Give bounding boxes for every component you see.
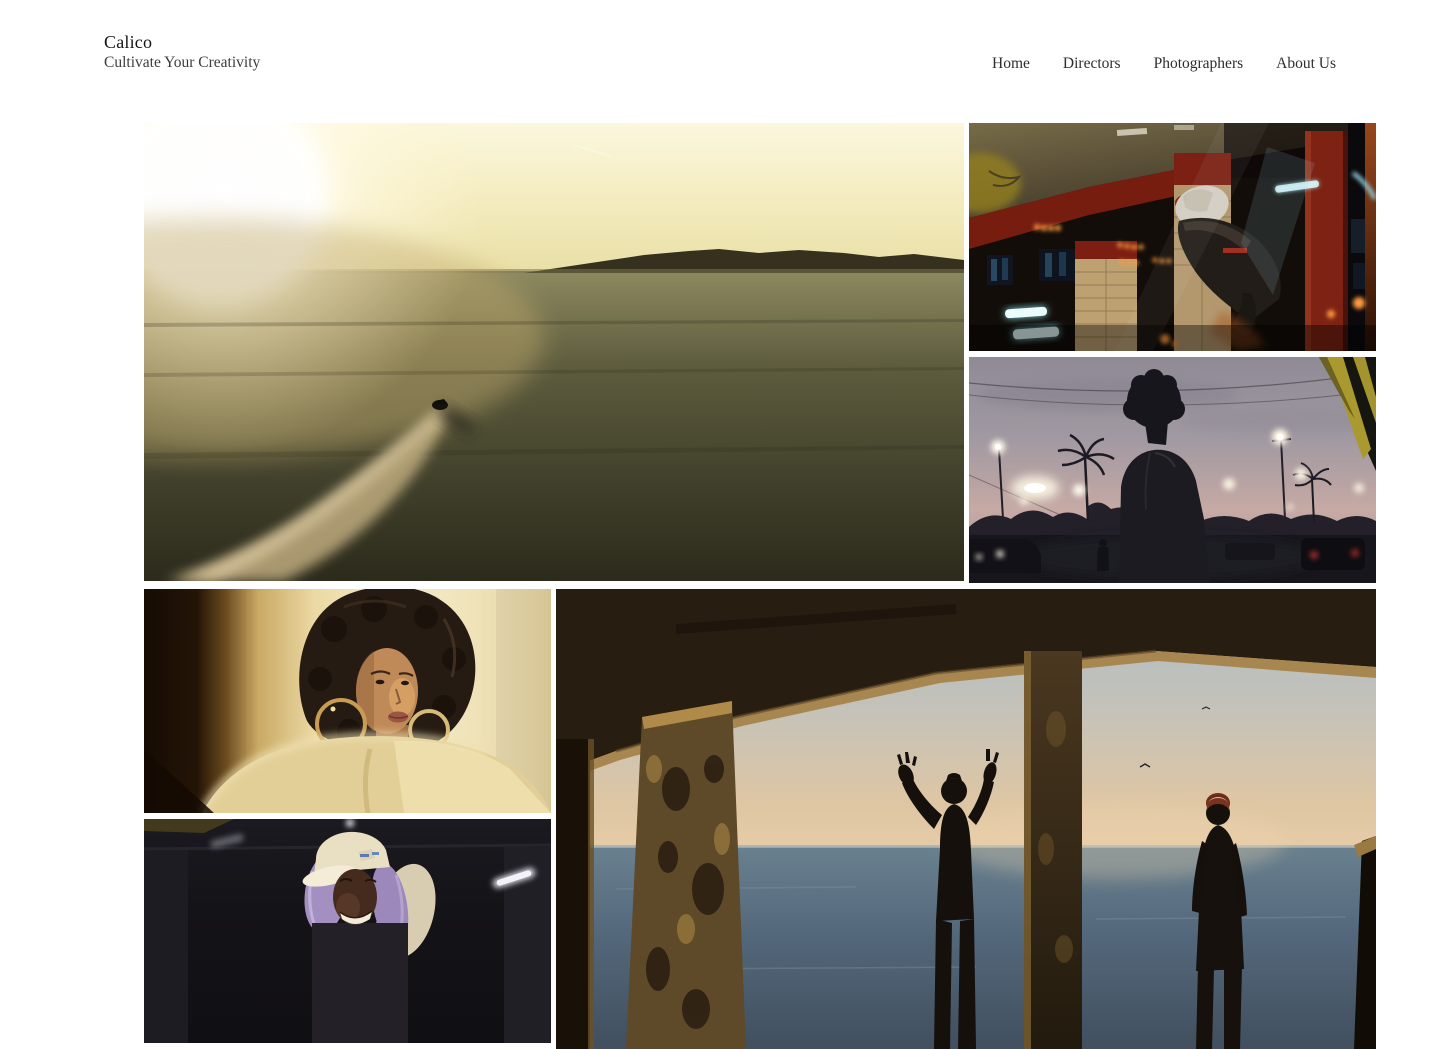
- site-tagline: Cultivate Your Creativity: [104, 54, 260, 72]
- dusk-parking-lot-illustration: [969, 357, 1376, 583]
- gallery-photo-dusk-parking-lot[interactable]: [969, 357, 1376, 583]
- desert-sunset-illustration: [144, 123, 964, 581]
- calico-homepage: Calico Cultivate Your Creativity Home Di…: [0, 0, 1440, 900]
- golden-portrait-illustration: [144, 589, 551, 813]
- gallery-photo-purple-hair[interactable]: [144, 819, 551, 1043]
- site-logo[interactable]: Calico: [104, 32, 152, 52]
- night-interior-illustration: [969, 123, 1376, 351]
- nav-photographers[interactable]: Photographers: [1154, 55, 1244, 73]
- main-nav: Home Directors Photographers About Us: [992, 55, 1336, 73]
- ocean-overlook-illustration: [556, 589, 1376, 1049]
- gallery-photo-golden-portrait[interactable]: [144, 589, 551, 813]
- gallery-photo-ocean-overlook[interactable]: [556, 589, 1376, 1049]
- nav-about-us[interactable]: About Us: [1276, 55, 1336, 73]
- purple-hair-illustration: [144, 819, 551, 1043]
- nav-directors[interactable]: Directors: [1063, 55, 1121, 73]
- gallery-photo-night-interior[interactable]: [969, 123, 1376, 351]
- nav-home[interactable]: Home: [992, 55, 1030, 73]
- gallery-photo-desert-sunset[interactable]: [144, 123, 964, 581]
